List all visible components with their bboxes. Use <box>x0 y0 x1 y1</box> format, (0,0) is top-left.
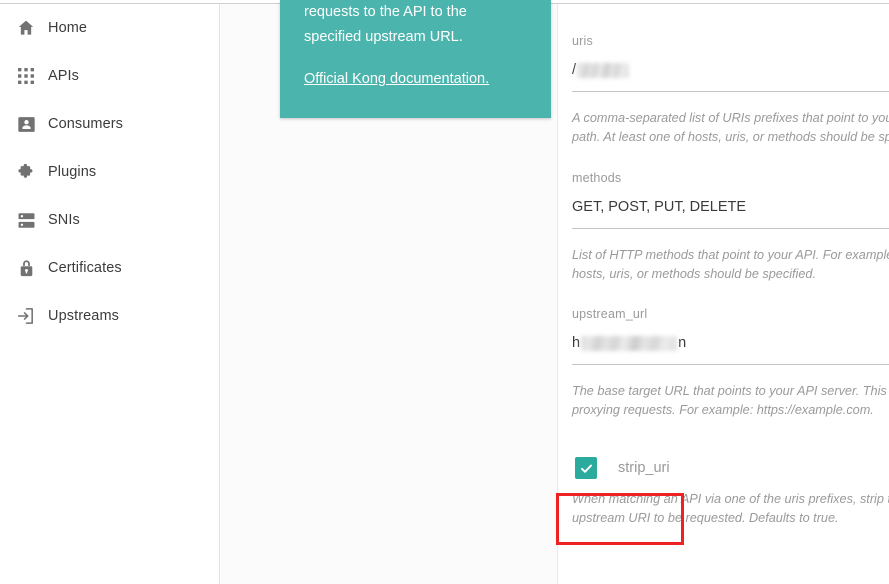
field-help-methods: List of HTTP methods that point to your … <box>572 248 889 281</box>
field-value-upstream-url[interactable]: hn <box>572 330 889 356</box>
app-viewport: Home APIs Consumers Plugins SNIs Certifi… <box>0 0 889 584</box>
kong-documentation-link[interactable]: Official Kong documentation. <box>304 71 489 87</box>
sidebar-item-home[interactable]: Home <box>0 4 219 52</box>
upstream-url-redacted-value <box>581 335 678 351</box>
sidebar-item-certificates[interactable]: Certificates <box>0 244 219 292</box>
field-help-uris: A comma-separated list of URIs prefixes … <box>572 111 889 144</box>
api-form-panel: uris / A comma-separated list of URIs pr… <box>558 4 889 584</box>
sidebar-item-consumers[interactable]: Consumers <box>0 100 219 148</box>
field-underline-methods <box>572 228 889 229</box>
upstream-url-value-prefix: h <box>572 335 581 351</box>
apps-grid-icon <box>4 67 48 85</box>
field-label-methods: methods <box>572 171 622 185</box>
sidebar-item-apis[interactable]: APIs <box>0 52 219 100</box>
sidebar-item-label: Certificates <box>48 260 122 276</box>
sidebar-item-upstreams[interactable]: Upstreams <box>0 292 219 340</box>
sidebar-item-plugins[interactable]: Plugins <box>0 148 219 196</box>
contact-card-icon <box>4 115 48 134</box>
field-value-uris[interactable]: / <box>572 57 889 83</box>
strip-uri-checkbox[interactable] <box>575 457 597 479</box>
field-underline-uris <box>572 91 889 92</box>
strip-uri-checkbox-row[interactable]: strip_uri <box>575 457 889 479</box>
field-methods: methods GET, POST, PUT, DELETE List of H… <box>572 171 889 284</box>
uris-value-prefix: / <box>572 62 577 78</box>
field-underline-upstream-url <box>572 364 889 365</box>
strip-uri-label: strip_uri <box>618 460 670 476</box>
sidebar-item-label: Plugins <box>48 164 97 180</box>
field-upstream-url: upstream_url hn The base target URL that… <box>572 307 889 420</box>
field-label-uris: uris <box>572 34 593 48</box>
server-icon <box>4 211 48 230</box>
sidebar-item-label: SNIs <box>48 212 80 228</box>
lock-icon <box>4 259 48 278</box>
sidebar-item-label: Consumers <box>48 116 124 132</box>
sidebar-item-label: Upstreams <box>48 308 119 324</box>
field-help-upstream-url: The base target URL that points to your … <box>572 384 887 417</box>
home-icon <box>4 18 48 38</box>
field-help-strip-uri: When matching an API via one of the uris… <box>572 492 889 525</box>
sidebar-item-label: Home <box>48 20 88 36</box>
field-value-methods[interactable]: GET, POST, PUT, DELETE <box>572 194 889 220</box>
arrow-into-box-icon <box>4 306 48 326</box>
sidebar-nav: Home APIs Consumers Plugins SNIs Certifi… <box>0 4 220 584</box>
sidebar-item-label: APIs <box>48 68 80 84</box>
info-card: requests to the API to the specified ups… <box>280 0 551 118</box>
field-label-upstream-url: upstream_url <box>572 307 648 321</box>
sidebar-item-snis[interactable]: SNIs <box>0 196 219 244</box>
uris-redacted-value <box>577 62 630 78</box>
puzzle-piece-icon <box>4 162 48 182</box>
info-card-body: requests to the API to the specified ups… <box>304 4 467 45</box>
field-uris: uris / A comma-separated list of URIs pr… <box>572 34 889 147</box>
upstream-url-value-suffix: n <box>678 335 687 351</box>
